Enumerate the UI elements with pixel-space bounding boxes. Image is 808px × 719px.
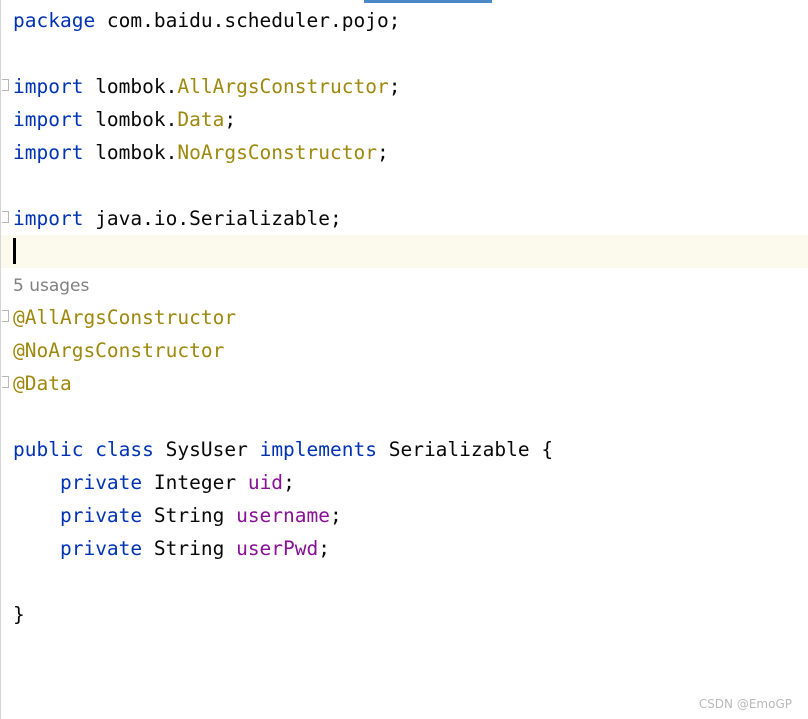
keyword-class: class xyxy=(83,438,154,461)
keyword-private: private xyxy=(59,471,143,494)
active-tab-indicator xyxy=(364,0,492,3)
import-package: lombok. xyxy=(83,108,178,131)
import-package: lombok. xyxy=(83,141,178,164)
code-line-blank[interactable] xyxy=(13,37,808,70)
code-line-annotation[interactable]: @AllArgsConstructor xyxy=(2,301,808,334)
field-name: uid xyxy=(247,471,284,494)
field-name: userPwd xyxy=(236,537,319,560)
semicolon: ; xyxy=(283,471,295,494)
import-class: Data xyxy=(177,108,225,131)
import-package: lombok. xyxy=(83,75,178,98)
field-type: String xyxy=(142,537,237,560)
code-line-class-decl[interactable]: public class SysUser implements Serializ… xyxy=(13,433,808,466)
import-class: NoArgsConstructor xyxy=(177,141,377,164)
usages-hint-line[interactable]: 5 usages xyxy=(13,268,808,301)
code-line-annotation[interactable]: @Data xyxy=(2,367,808,400)
fold-marker-icon[interactable] xyxy=(2,211,9,223)
code-line-field[interactable]: private Integer uid; xyxy=(13,466,808,499)
code-line-package[interactable]: package com.baidu.scheduler.pojo; xyxy=(13,4,808,37)
keyword-import: import xyxy=(13,207,84,230)
watermark: CSDN @EmoGP xyxy=(698,697,792,711)
usages-hint[interactable]: 5 usages xyxy=(13,276,89,296)
annotation: @Data xyxy=(13,372,72,395)
semicolon: ; xyxy=(388,75,401,98)
semicolon: ; xyxy=(318,537,331,560)
code-line-import[interactable]: import lombok.Data; xyxy=(13,103,808,136)
keyword-import: import xyxy=(13,141,84,164)
fold-marker-icon[interactable] xyxy=(2,79,9,91)
closing-brace: } xyxy=(13,603,25,626)
code-line-field[interactable]: private String username; xyxy=(13,499,808,532)
import-class: AllArgsConstructor xyxy=(177,75,389,98)
import-rest: java.io.Serializable; xyxy=(83,207,342,230)
package-name: com.baidu.scheduler.pojo; xyxy=(95,9,401,32)
code-line-import[interactable]: import lombok.AllArgsConstructor; xyxy=(2,70,808,103)
code-line-close[interactable]: } xyxy=(13,598,808,631)
keyword-import: import xyxy=(13,75,84,98)
code-line-blank[interactable] xyxy=(13,565,808,598)
keyword-public: public xyxy=(13,438,84,461)
code-editor[interactable]: package com.baidu.scheduler.pojo; import… xyxy=(0,0,808,719)
class-name: SysUser xyxy=(153,438,260,461)
semicolon: ; xyxy=(224,108,237,131)
semicolon: ; xyxy=(330,504,342,527)
code-area[interactable]: package com.baidu.scheduler.pojo; import… xyxy=(1,4,808,631)
keyword-private: private xyxy=(59,504,143,527)
interface-name: Serializable { xyxy=(376,438,554,461)
fold-marker-icon[interactable] xyxy=(2,376,9,388)
code-line-current[interactable] xyxy=(1,235,808,268)
keyword-package: package xyxy=(13,9,96,32)
code-line-annotation[interactable]: @NoArgsConstructor xyxy=(13,334,808,367)
annotation: @NoArgsConstructor xyxy=(13,339,225,362)
field-name: username xyxy=(236,504,330,527)
code-line-import[interactable]: import java.io.Serializable; xyxy=(2,202,808,235)
code-line-blank[interactable] xyxy=(13,400,808,433)
field-type: Integer xyxy=(142,471,248,494)
keyword-implements: implements xyxy=(259,438,377,461)
field-type: String xyxy=(142,504,237,527)
annotation: @AllArgsConstructor xyxy=(13,306,237,329)
keyword-private: private xyxy=(59,537,143,560)
semicolon: ; xyxy=(376,141,389,164)
code-line-blank[interactable] xyxy=(13,169,808,202)
code-line-import[interactable]: import lombok.NoArgsConstructor; xyxy=(13,136,808,169)
keyword-import: import xyxy=(13,108,84,131)
fold-marker-icon[interactable] xyxy=(2,310,9,322)
text-caret xyxy=(13,238,16,264)
code-line-field[interactable]: private String userPwd; xyxy=(13,532,808,565)
